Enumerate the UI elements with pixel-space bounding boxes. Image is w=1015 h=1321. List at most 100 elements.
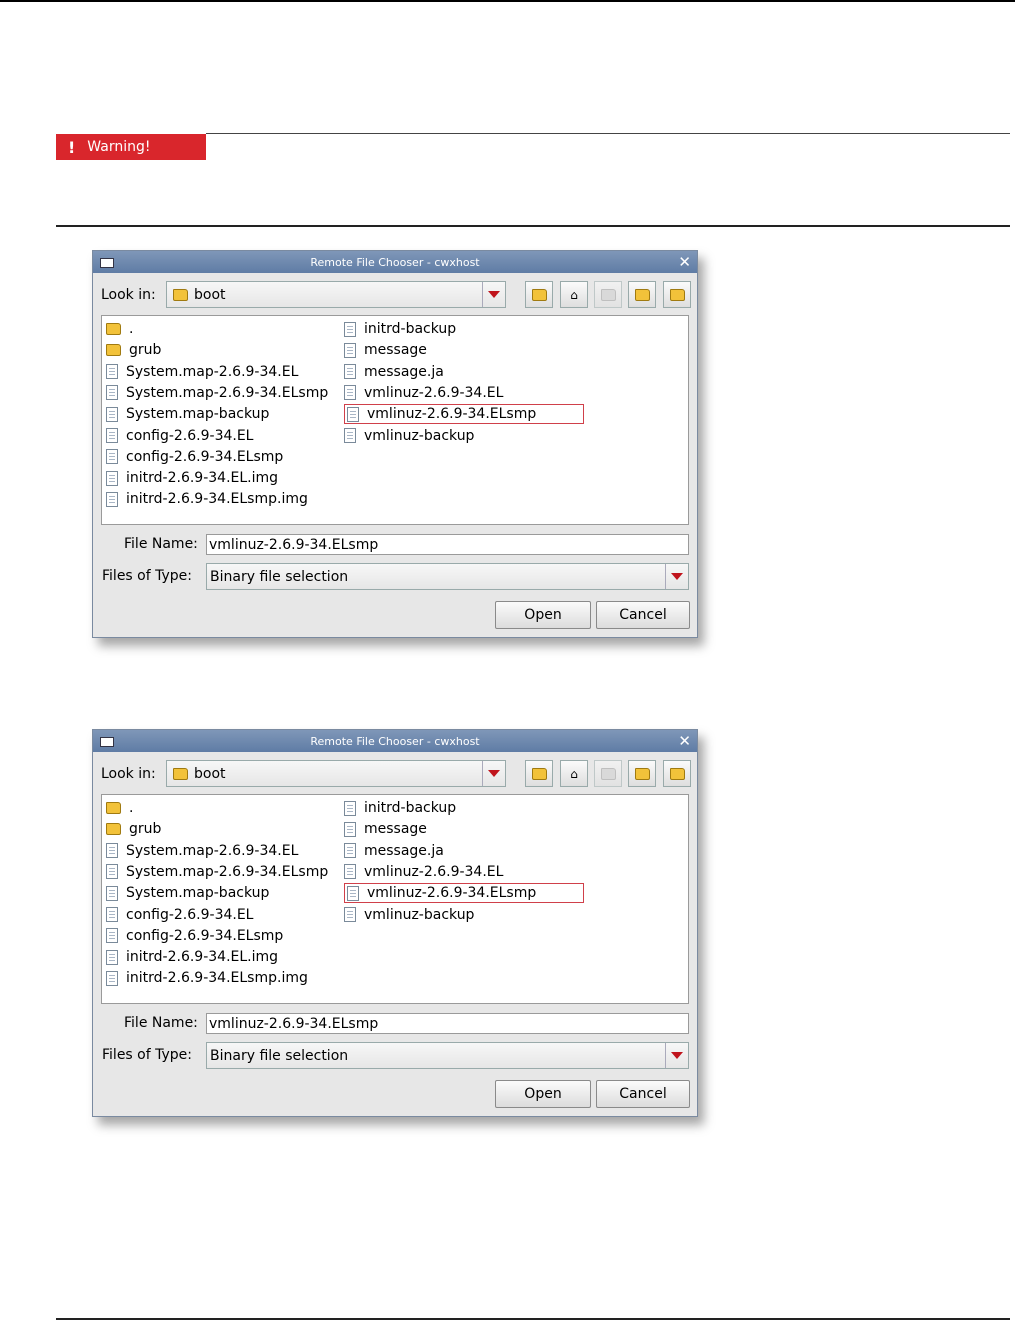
close-icon[interactable]: ✕ xyxy=(678,253,691,271)
home-button[interactable]: ⌂ xyxy=(560,281,588,308)
file-icon xyxy=(106,970,118,986)
file-icon xyxy=(344,342,356,358)
file-icon xyxy=(106,449,118,465)
list-item-label: grub xyxy=(129,342,162,359)
open-button[interactable]: Open xyxy=(495,601,591,629)
details-view-icon xyxy=(669,288,685,301)
list-item-label: config-2.6.9-34.EL xyxy=(126,906,254,923)
file-icon xyxy=(344,800,356,816)
files-of-type-combo[interactable]: Binary file selection xyxy=(206,563,689,590)
list-item-label: grub xyxy=(129,821,162,838)
window-menu-icon[interactable] xyxy=(100,737,114,747)
details-view-button[interactable] xyxy=(663,760,691,787)
file-name-input[interactable] xyxy=(206,534,689,555)
look-in-label: Look in: xyxy=(101,766,156,782)
list-item[interactable]: config-2.6.9-34.EL xyxy=(106,905,253,925)
file-icon xyxy=(106,385,118,401)
look-in-combo[interactable]: boot xyxy=(166,281,506,308)
home-button[interactable]: ⌂ xyxy=(560,760,588,787)
list-item[interactable]: vmlinuz-2.6.9-34.EL xyxy=(344,862,503,882)
up-folder-icon xyxy=(531,767,547,780)
new-folder-button[interactable] xyxy=(594,760,622,787)
list-item-label: message xyxy=(364,821,427,838)
remote-file-chooser-dialog: Remote File Chooser - cwxhost ✕ Look in:… xyxy=(92,250,698,638)
new-folder-button[interactable] xyxy=(594,281,622,308)
list-item-label: initrd-2.6.9-34.ELsmp.img xyxy=(126,970,308,987)
list-item[interactable]: initrd-2.6.9-34.ELsmp.img xyxy=(106,489,308,509)
list-item[interactable]: config-2.6.9-34.ELsmp xyxy=(106,926,283,946)
folder-icon xyxy=(173,288,188,301)
look-in-combo[interactable]: boot xyxy=(166,760,506,787)
file-list[interactable]: . grub System.map-2.6.9-34.EL System.map-2.… xyxy=(101,315,689,525)
list-item[interactable]: . xyxy=(106,319,133,339)
chevron-down-icon[interactable] xyxy=(665,564,688,589)
list-item[interactable]: System.map-2.6.9-34.EL xyxy=(106,362,298,382)
list-item[interactable]: initrd-backup xyxy=(344,319,456,339)
list-item[interactable]: grub xyxy=(106,819,161,839)
cancel-button[interactable]: Cancel xyxy=(596,1080,690,1108)
list-item[interactable]: vmlinuz-2.6.9-34.ELsmp xyxy=(344,404,584,425)
home-icon: ⌂ xyxy=(570,287,578,302)
folder-icon xyxy=(106,823,121,836)
list-view-button[interactable] xyxy=(628,760,656,787)
chevron-down-icon[interactable] xyxy=(482,282,505,307)
list-item[interactable]: initrd-2.6.9-34.EL.img xyxy=(106,947,278,967)
list-item[interactable]: vmlinuz-2.6.9-34.ELsmp xyxy=(344,883,584,904)
file-name-input[interactable] xyxy=(206,1013,689,1034)
list-item-label: vmlinuz-backup xyxy=(364,427,475,444)
list-item[interactable]: System.map-backup xyxy=(106,404,269,424)
up-folder-button[interactable] xyxy=(525,760,553,787)
list-item[interactable]: message.ja xyxy=(344,841,444,861)
chevron-down-icon[interactable] xyxy=(665,1043,688,1068)
list-view-icon xyxy=(634,767,650,780)
list-item-label: vmlinuz-2.6.9-34.EL xyxy=(364,384,504,401)
folder-icon xyxy=(106,323,121,335)
list-item[interactable]: config-2.6.9-34.ELsmp xyxy=(106,447,283,467)
list-item[interactable]: vmlinuz-2.6.9-34.EL xyxy=(344,383,503,403)
list-item[interactable]: vmlinuz-backup xyxy=(344,905,474,925)
exclamation-icon: ! xyxy=(68,137,76,157)
list-item[interactable]: initrd-2.6.9-34.ELsmp.img xyxy=(106,968,308,988)
file-icon xyxy=(344,907,356,922)
list-item[interactable]: message.ja xyxy=(344,362,444,382)
list-item-label: config-2.6.9-34.EL xyxy=(126,427,254,444)
list-item[interactable]: initrd-backup xyxy=(344,798,456,818)
list-item-label: System.map-backup xyxy=(126,406,270,423)
file-icon xyxy=(106,843,118,859)
list-item[interactable]: initrd-2.6.9-34.EL.img xyxy=(106,468,278,488)
list-item[interactable]: message xyxy=(344,340,427,360)
new-folder-icon xyxy=(600,288,616,301)
list-item[interactable]: System.map-backup xyxy=(106,883,269,903)
details-view-button[interactable] xyxy=(663,281,691,308)
list-item[interactable]: vmlinuz-backup xyxy=(344,426,474,446)
list-item-label: System.map-2.6.9-34.EL xyxy=(126,842,299,859)
file-name-label: File Name: xyxy=(124,1015,198,1031)
list-view-button[interactable] xyxy=(628,281,656,308)
window-menu-icon[interactable] xyxy=(100,258,114,268)
cancel-button[interactable]: Cancel xyxy=(596,601,690,629)
files-of-type-combo[interactable]: Binary file selection xyxy=(206,1042,689,1069)
file-icon xyxy=(344,364,356,380)
file-icon xyxy=(106,928,118,944)
dialog-titlebar[interactable]: Remote File Chooser - cwxhost ✕ xyxy=(93,251,697,273)
list-item[interactable]: System.map-2.6.9-34.ELsmp xyxy=(106,383,328,403)
list-item-label: System.map-2.6.9-34.EL xyxy=(126,363,299,380)
chevron-down-icon[interactable] xyxy=(482,761,505,786)
list-item[interactable]: message xyxy=(344,819,427,839)
list-item[interactable]: grub xyxy=(106,340,161,360)
dialog-titlebar[interactable]: Remote File Chooser - cwxhost ✕ xyxy=(93,730,697,752)
list-item[interactable]: System.map-2.6.9-34.EL xyxy=(106,841,298,861)
list-item[interactable]: . xyxy=(106,798,133,818)
details-view-icon xyxy=(669,767,685,780)
open-button[interactable]: Open xyxy=(495,1080,591,1108)
file-icon xyxy=(347,406,359,422)
file-icon xyxy=(344,864,356,880)
up-folder-button[interactable] xyxy=(525,281,553,308)
file-icon xyxy=(106,406,118,422)
list-item[interactable]: config-2.6.9-34.EL xyxy=(106,426,253,446)
file-list[interactable]: . grub System.map-2.6.9-34.EL System.map-2.… xyxy=(101,794,689,1004)
list-item[interactable]: System.map-2.6.9-34.ELsmp xyxy=(106,862,328,882)
footer-rule xyxy=(56,1318,1010,1320)
close-icon[interactable]: ✕ xyxy=(678,732,691,750)
list-item-label: initrd-backup xyxy=(364,321,457,337)
